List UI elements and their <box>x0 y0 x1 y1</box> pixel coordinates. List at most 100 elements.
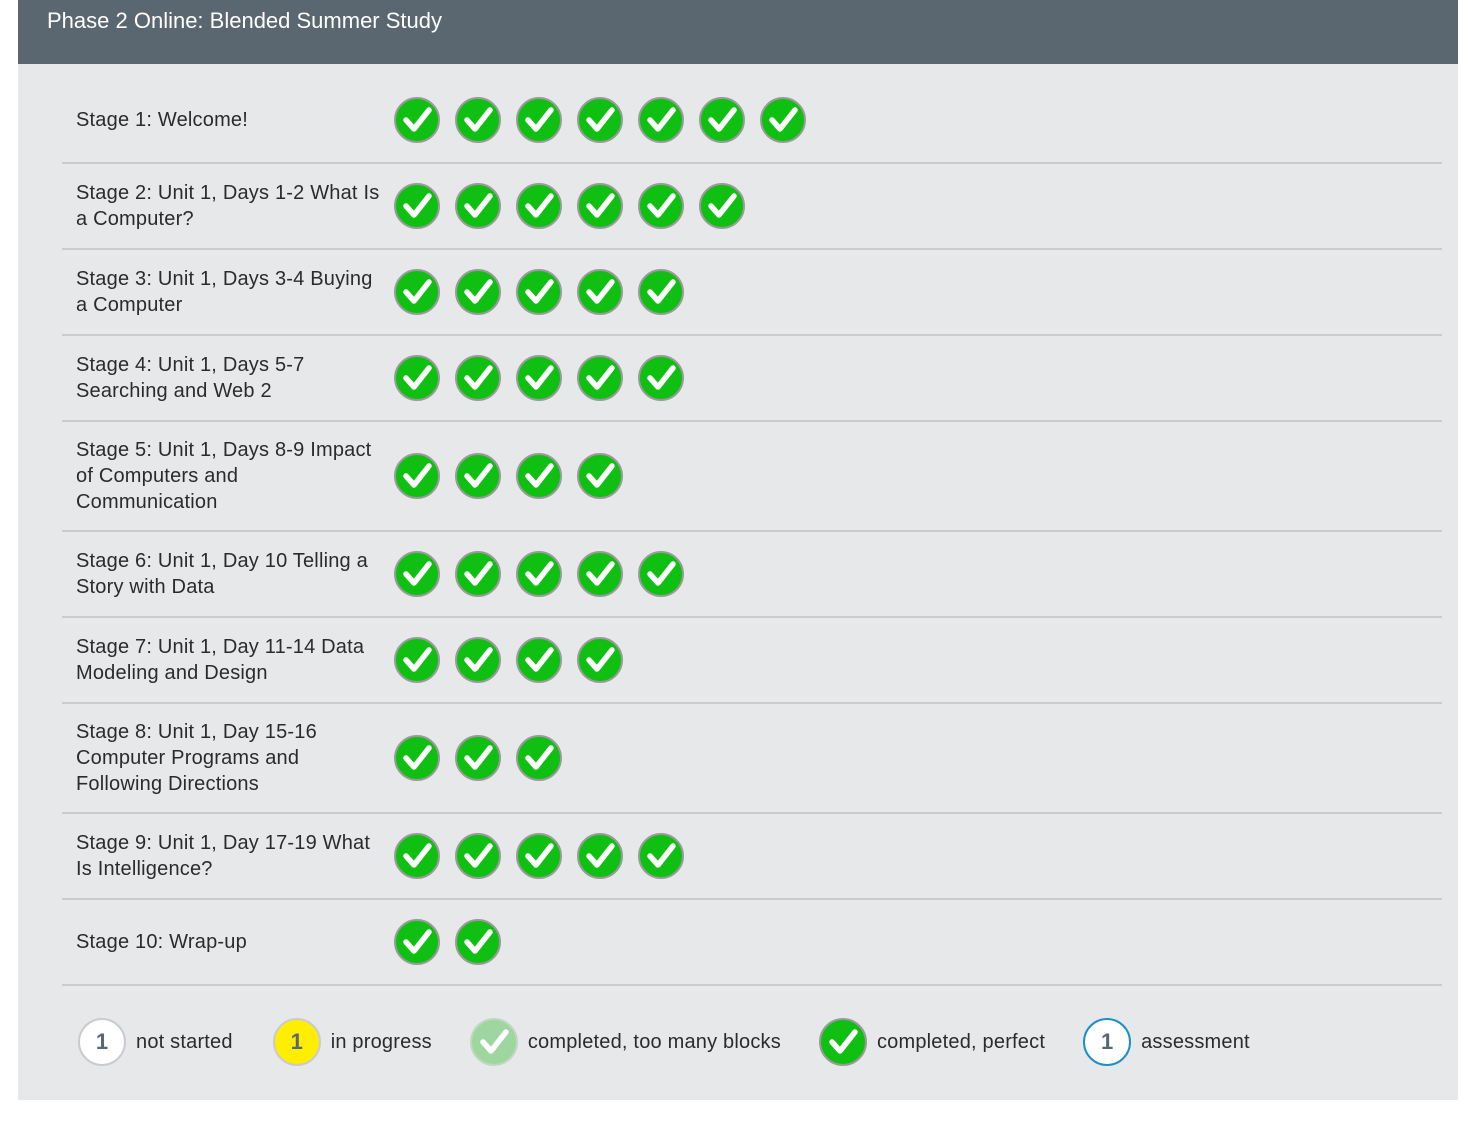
legend-label-assessment: assessment <box>1141 1030 1250 1053</box>
stage-row: Stage 10: Wrap-up <box>62 900 1442 986</box>
checkmark-icon <box>403 193 432 218</box>
checkmark-icon <box>403 107 432 132</box>
level-bubble-completed-perfect[interactable] <box>699 183 745 229</box>
legend-label-in-progress: in progress <box>330 1030 432 1053</box>
level-bubble-completed-perfect[interactable] <box>516 833 562 879</box>
checkmark-icon <box>586 365 615 390</box>
level-bubble-completed-perfect[interactable] <box>638 269 684 315</box>
level-bubble-completed-perfect[interactable] <box>638 355 684 401</box>
level-bubble-completed-perfect[interactable] <box>394 355 440 401</box>
level-bubble-completed-perfect[interactable] <box>577 637 623 683</box>
stage-name: Stage 7: Unit 1, Day 11-14 Data Modeling… <box>76 636 365 684</box>
checkmark-icon <box>464 279 493 304</box>
level-bubble-completed-perfect[interactable] <box>516 355 562 401</box>
level-bubble-completed-perfect[interactable] <box>455 269 501 315</box>
checkmark-icon <box>586 843 615 868</box>
stage-row: Stage 1: Welcome! <box>62 78 1442 164</box>
stage-row: Stage 4: Unit 1, Days 5-7 Searching and … <box>62 336 1442 422</box>
level-bubble-completed-perfect[interactable] <box>577 97 623 143</box>
level-bubble-completed-perfect[interactable] <box>638 551 684 597</box>
legend-perfect: completed, perfect <box>818 1018 1046 1066</box>
level-bubble-completed-perfect[interactable] <box>394 551 440 597</box>
checkmark-icon <box>525 365 554 390</box>
level-bubble-completed-perfect[interactable] <box>516 269 562 315</box>
checkmark-icon <box>464 647 493 672</box>
level-bubble-completed-perfect[interactable] <box>394 735 440 781</box>
level-bubble-completed-perfect[interactable] <box>577 551 623 597</box>
checkmark-icon <box>647 365 676 390</box>
level-bubble-completed-perfect[interactable] <box>516 637 562 683</box>
level-bubble-completed-perfect[interactable] <box>516 183 562 229</box>
level-bubble-completed-perfect[interactable] <box>455 551 501 597</box>
stage-name: Stage 6: Unit 1, Day 10 Telling a Story … <box>76 550 368 598</box>
level-bubble-completed-perfect[interactable] <box>577 183 623 229</box>
level-bubbles <box>382 735 577 781</box>
level-bubble-completed-perfect[interactable] <box>699 97 745 143</box>
legend-not-started: 1 not started <box>78 1018 233 1066</box>
panel-title: Phase 2 Online: Blended Summer Study <box>18 0 1458 64</box>
stage-row: Stage 2: Unit 1, Days 1-2 What Is a Comp… <box>62 164 1442 250</box>
level-bubbles <box>382 551 699 597</box>
stage-row: Stage 3: Unit 1, Days 3-4 Buying a Compu… <box>62 250 1442 336</box>
checkmark-icon <box>586 107 615 132</box>
checkmark-icon <box>464 561 493 586</box>
level-bubble-completed-perfect[interactable] <box>394 637 440 683</box>
level-bubble-completed-perfect[interactable] <box>516 97 562 143</box>
checkmark-icon <box>647 561 676 586</box>
stage-name: Stage 5: Unit 1, Days 8-9 Impact of Comp… <box>76 439 372 513</box>
legend-label-perfect: completed, perfect <box>876 1030 1046 1053</box>
level-bubble-completed-perfect[interactable] <box>638 183 684 229</box>
level-bubble-completed-perfect[interactable] <box>394 97 440 143</box>
level-bubble-completed-perfect[interactable] <box>455 735 501 781</box>
level-bubbles <box>382 183 760 229</box>
in-progress-bubble: 1 <box>272 1018 321 1066</box>
level-bubble-completed-perfect[interactable] <box>455 453 501 499</box>
level-bubble-completed-perfect[interactable] <box>394 833 440 879</box>
checkmark-icon <box>708 193 737 218</box>
level-bubbles <box>382 833 699 879</box>
level-bubble-completed-perfect[interactable] <box>577 453 623 499</box>
level-bubble-completed-perfect[interactable] <box>455 833 501 879</box>
checkmark-icon <box>586 193 615 218</box>
legend-label-not-started: not started <box>136 1030 233 1053</box>
level-bubble-completed-perfect[interactable] <box>577 833 623 879</box>
stage-row: Stage 5: Unit 1, Days 8-9 Impact of Comp… <box>62 422 1442 532</box>
level-bubble-completed-perfect[interactable] <box>638 833 684 879</box>
level-bubbles <box>382 269 699 315</box>
level-bubbles <box>382 97 821 143</box>
level-bubble-completed-perfect[interactable] <box>455 355 501 401</box>
checkmark-icon <box>647 193 676 218</box>
checkmark-icon <box>464 365 493 390</box>
level-bubble-completed-perfect[interactable] <box>577 269 623 315</box>
stage-row: Stage 9: Unit 1, Day 17-19 What Is Intel… <box>62 814 1442 900</box>
level-bubble-completed-perfect[interactable] <box>455 919 501 965</box>
stage-name: Stage 8: Unit 1, Day 15-16 Computer Prog… <box>76 721 317 795</box>
level-bubble-completed-perfect[interactable] <box>455 183 501 229</box>
level-bubble-completed-perfect[interactable] <box>394 269 440 315</box>
stage-name: Stage 2: Unit 1, Days 1-2 What Is a Comp… <box>76 182 380 230</box>
checkmark-icon <box>525 107 554 132</box>
level-bubble-completed-perfect[interactable] <box>455 97 501 143</box>
level-bubbles <box>382 355 699 401</box>
checkmark-icon <box>525 279 554 304</box>
checkmark-icon <box>525 561 554 586</box>
level-bubble-completed-perfect[interactable] <box>516 453 562 499</box>
level-bubble-completed-perfect[interactable] <box>760 97 806 143</box>
checkmark-icon <box>403 843 432 868</box>
level-bubble-completed-perfect[interactable] <box>394 919 440 965</box>
checkmark-icon <box>525 745 554 770</box>
checkmark-icon <box>403 365 432 390</box>
level-bubble-completed-perfect[interactable] <box>577 355 623 401</box>
level-bubble-completed-perfect[interactable] <box>638 97 684 143</box>
level-bubble-completed-perfect[interactable] <box>516 551 562 597</box>
level-bubble-completed-perfect[interactable] <box>516 735 562 781</box>
checkmark-icon <box>403 929 432 954</box>
level-bubbles <box>382 453 638 499</box>
stage-row: Stage 7: Unit 1, Day 11-14 Data Modeling… <box>62 618 1442 704</box>
level-bubble-completed-perfect[interactable] <box>394 453 440 499</box>
checkmark-icon <box>525 647 554 672</box>
level-bubble-completed-perfect[interactable] <box>455 637 501 683</box>
checkmark-icon <box>586 561 615 586</box>
checkmark-icon <box>647 107 676 132</box>
level-bubble-completed-perfect[interactable] <box>394 183 440 229</box>
